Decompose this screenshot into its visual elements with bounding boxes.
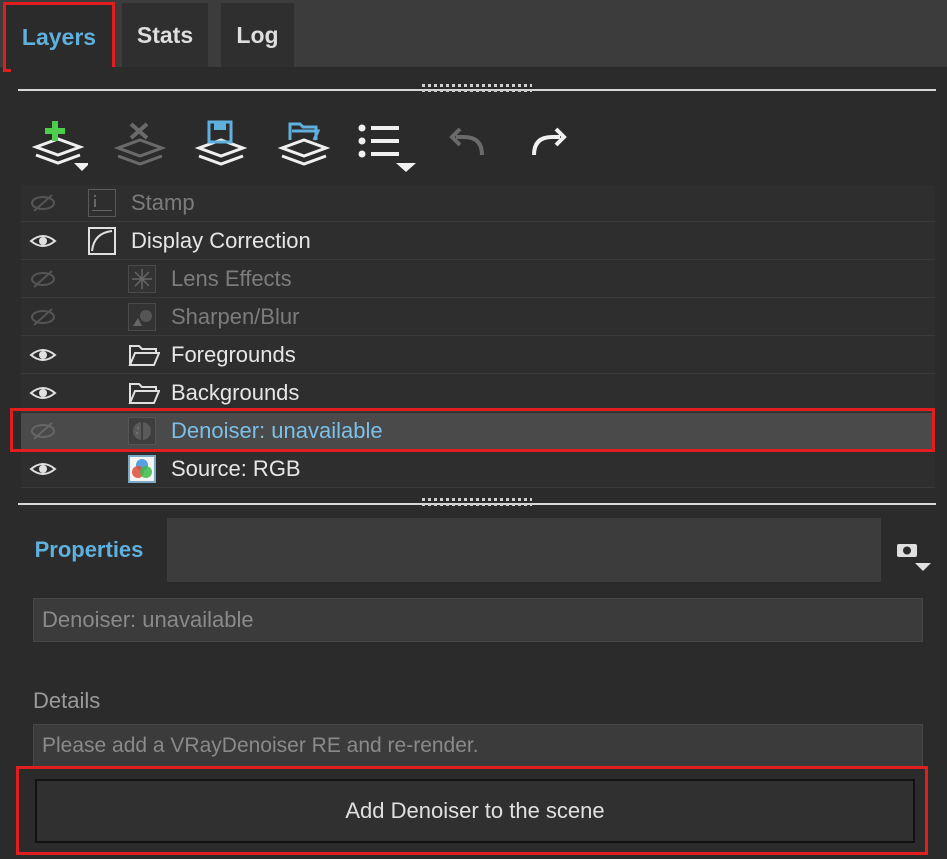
undo-icon [446, 125, 490, 165]
list-menu-icon [352, 117, 418, 173]
tab-log[interactable]: Log [221, 3, 294, 67]
undo-button[interactable] [441, 118, 495, 172]
redo-icon [526, 125, 570, 165]
eye-hidden-icon[interactable] [29, 193, 57, 213]
folder-icon [128, 379, 161, 407]
eye-visible-icon[interactable] [29, 231, 57, 251]
folder-icon [128, 341, 161, 369]
sharpen-blur-icon [128, 303, 156, 331]
rgb-source-icon [128, 455, 156, 483]
save-layers-button[interactable] [193, 118, 247, 172]
eye-visible-icon[interactable] [29, 345, 57, 365]
lens-effects-icon [128, 265, 156, 293]
tab-stats[interactable]: Stats [122, 3, 208, 67]
layer-label-foregrounds: Foregrounds [171, 342, 296, 367]
layer-row-source-rgb[interactable]: Source: RGB [21, 451, 935, 488]
eye-visible-icon[interactable] [29, 383, 57, 403]
open-layers-button[interactable] [276, 118, 330, 172]
properties-header-bar [167, 518, 881, 582]
curve-icon [88, 227, 116, 255]
splitter-grip-top[interactable] [422, 84, 532, 92]
open-layers-icon [276, 118, 330, 172]
redo-button[interactable] [521, 118, 575, 172]
layer-row-display-correction[interactable]: Display Correction [21, 223, 935, 260]
layer-name-field[interactable]: Denoiser: unavailable [33, 598, 923, 642]
details-label: Details [33, 688, 101, 713]
eye-visible-icon[interactable] [29, 459, 57, 479]
layer-label-sharpen-blur: Sharpen/Blur [171, 304, 300, 329]
layer-row-sharpen-blur[interactable]: Sharpen/Blur [21, 299, 935, 336]
add-layer-button[interactable] [30, 117, 88, 173]
layer-row-backgrounds[interactable]: Backgrounds [21, 375, 935, 412]
layer-row-lens-effects[interactable]: Lens Effects [21, 261, 935, 298]
layer-label-lens-effects: Lens Effects [171, 266, 292, 291]
splitter-grip-bottom[interactable] [422, 498, 532, 506]
camera-menu-button[interactable] [881, 525, 937, 582]
eye-hidden-icon[interactable] [29, 269, 57, 289]
camera-icon [881, 525, 937, 585]
layer-row-stamp[interactable]: Stamp [21, 185, 935, 222]
tab-properties[interactable]: Properties [11, 518, 167, 582]
selected-row-highlight [10, 408, 935, 452]
remove-layer-button[interactable] [112, 118, 166, 172]
eye-hidden-icon[interactable] [29, 307, 57, 327]
details-field: Please add a VRayDenoiser RE and re-rend… [33, 724, 923, 768]
layer-label-display-correction: Display Correction [131, 228, 311, 253]
list-menu-button[interactable] [358, 118, 416, 172]
layer-row-foregrounds[interactable]: Foregrounds [21, 337, 935, 374]
add-denoiser-button[interactable]: Add Denoiser to the scene [35, 779, 915, 843]
stamp-icon [88, 189, 116, 217]
layer-label-source-rgb: Source: RGB [171, 456, 301, 481]
layer-label-stamp: Stamp [131, 190, 195, 215]
add-layer-icon [30, 117, 88, 173]
save-layers-icon [193, 118, 247, 172]
tab-layers[interactable]: Layers [3, 2, 115, 72]
layer-label-backgrounds: Backgrounds [171, 380, 300, 405]
remove-layer-icon [112, 118, 166, 172]
